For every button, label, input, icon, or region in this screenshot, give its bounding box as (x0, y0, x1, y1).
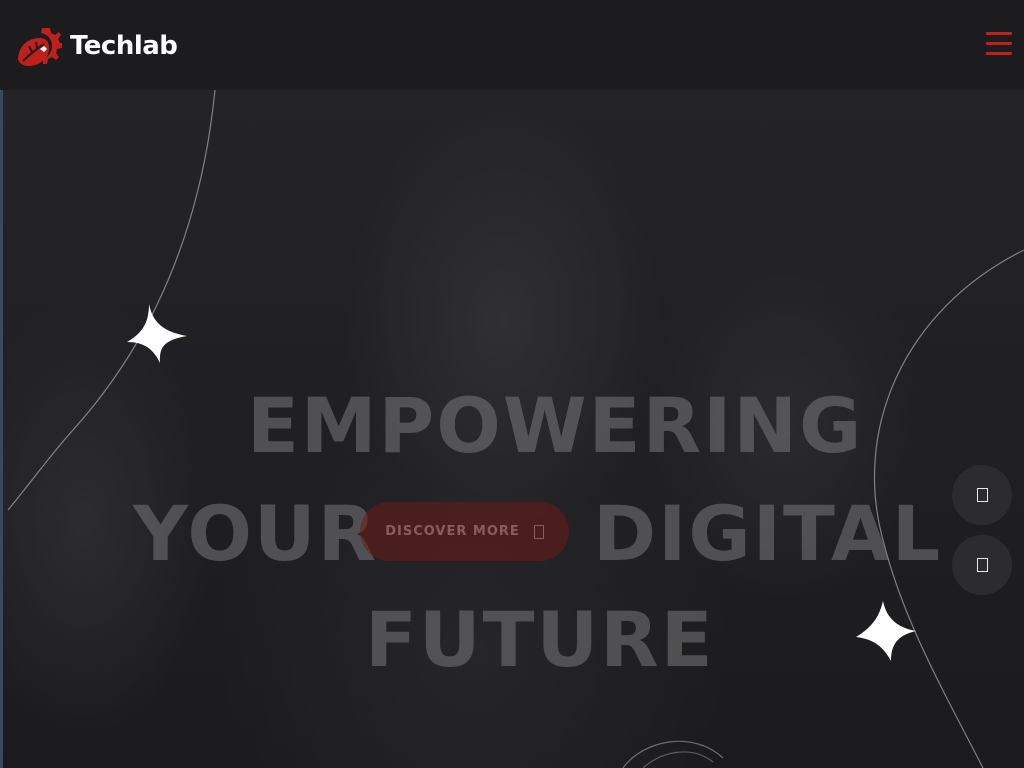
sparkle-star-icon (127, 304, 916, 661)
arrow-right-icon (533, 524, 544, 539)
chevron-right-icon (976, 558, 988, 572)
gear-leaf-logo-icon (18, 28, 62, 66)
slider-next-button[interactable] (952, 535, 1012, 595)
slider-prev-button[interactable] (952, 465, 1012, 525)
discover-more-button[interactable]: DISCOVER MORE (360, 502, 569, 561)
discover-more-label: DISCOVER MORE (385, 524, 520, 539)
site-header: Techlab (0, 0, 1024, 90)
hero-banner: EMPOWERING YOUR DIGITAL FUTURE DISCOVER … (3, 90, 1024, 768)
hamburger-menu-icon[interactable] (980, 28, 1014, 62)
brand-logo-link[interactable]: Techlab (16, 24, 178, 68)
chevron-left-icon (976, 488, 988, 502)
brand-name: Techlab (70, 31, 178, 61)
